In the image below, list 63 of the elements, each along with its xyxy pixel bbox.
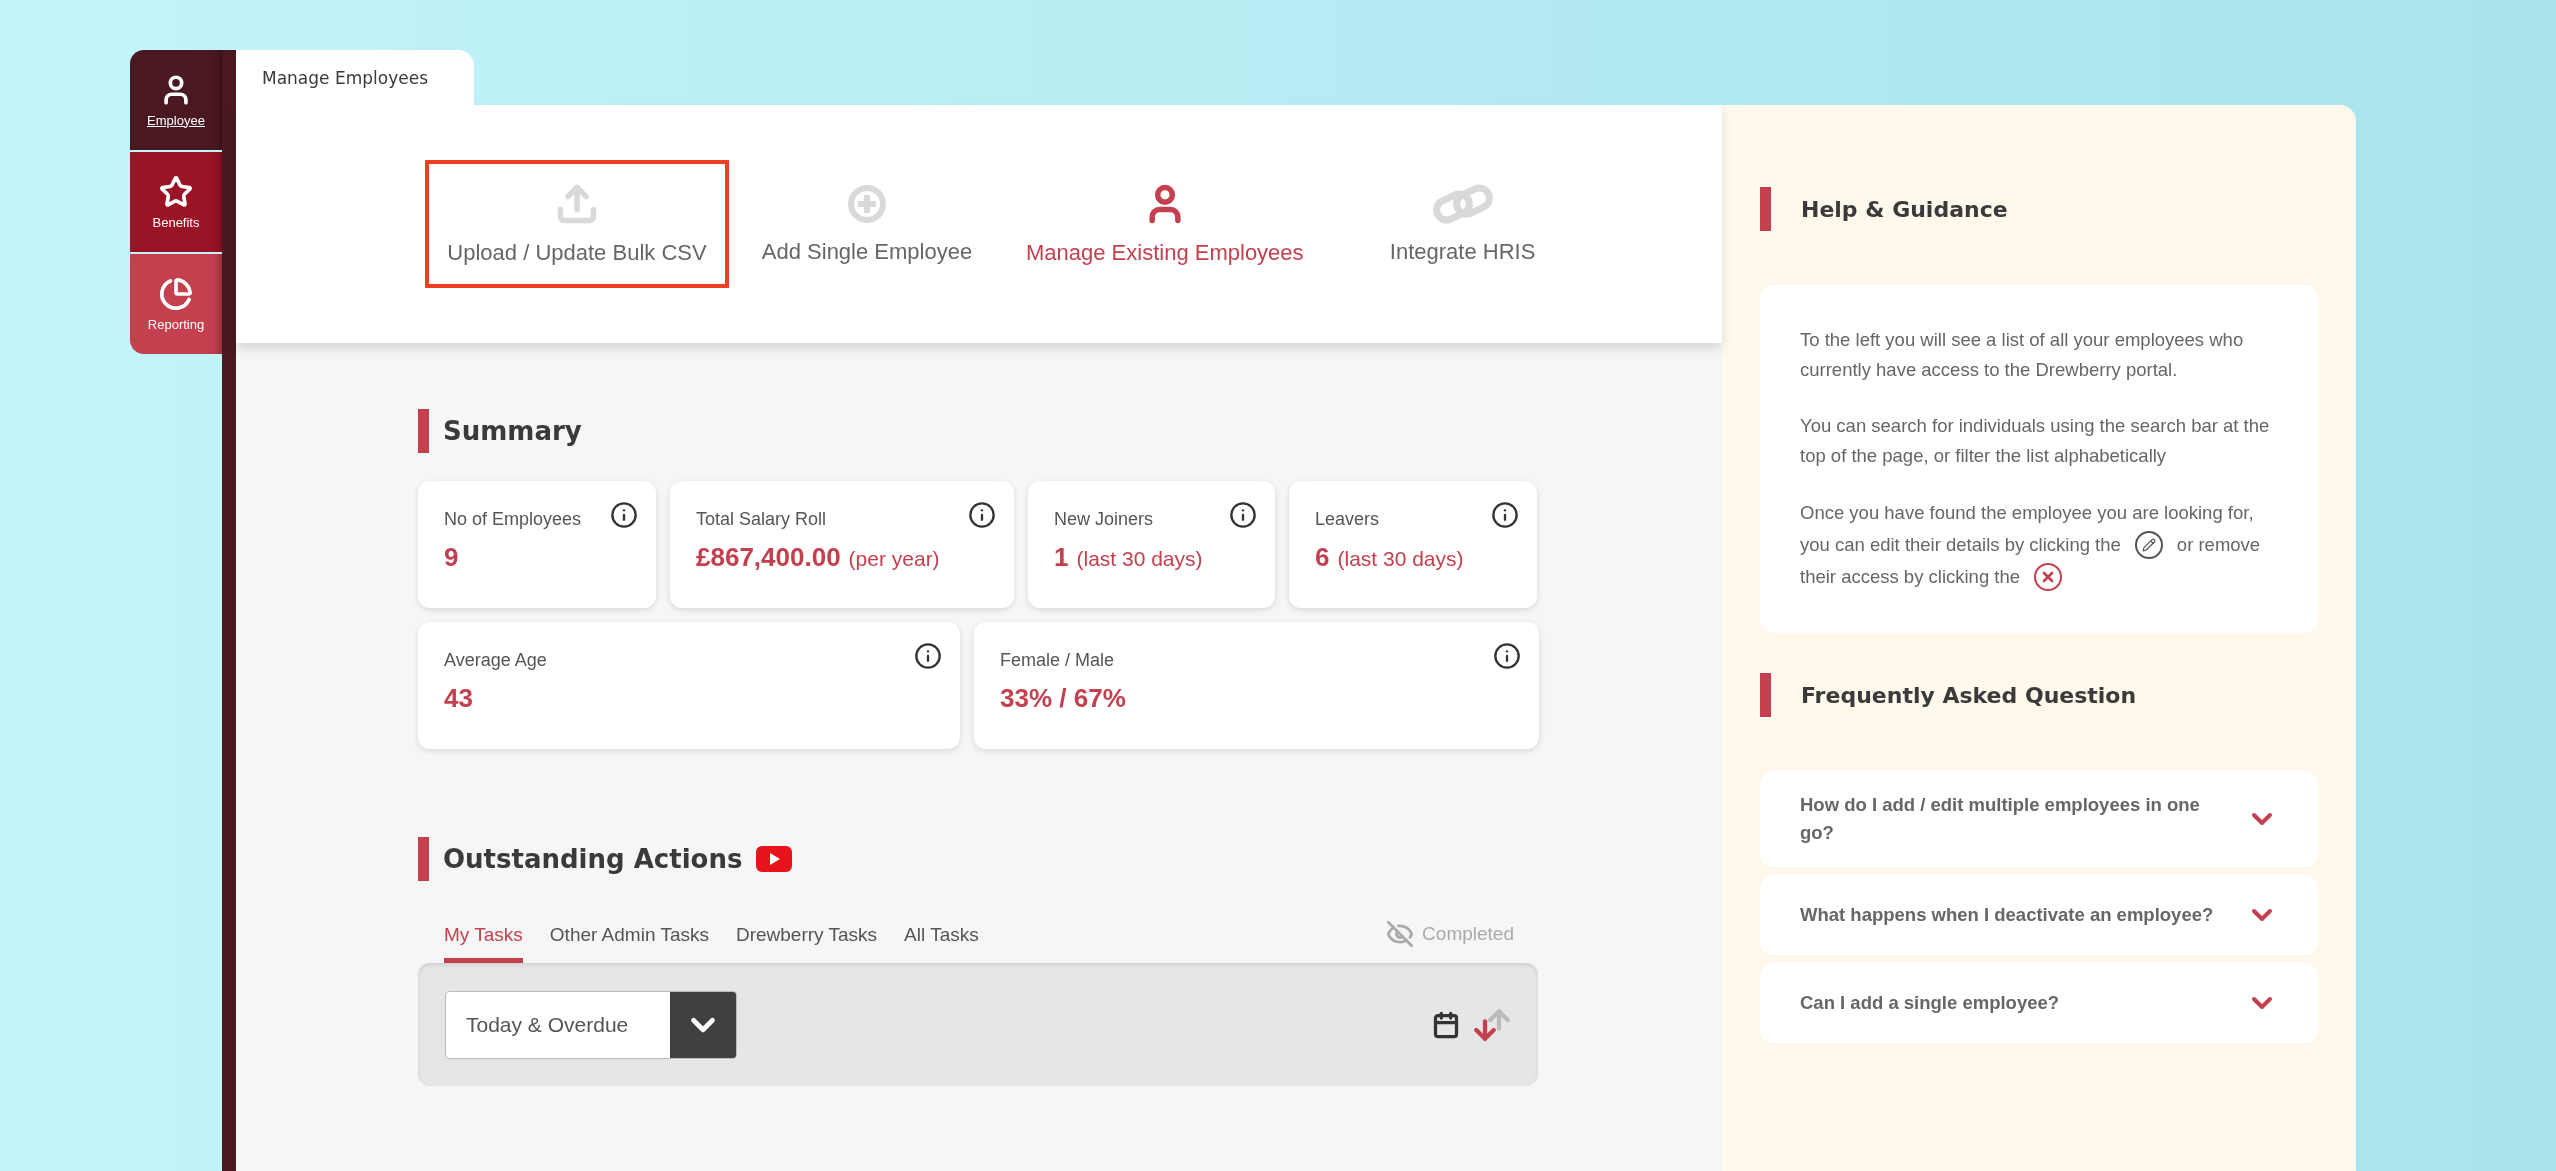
heading-bar <box>1760 187 1771 231</box>
stat-label: No of Employees <box>444 509 582 530</box>
help-text: you can edit their details by clicking the <box>1800 533 2121 557</box>
help-text: their access by clicking the <box>1800 565 2021 589</box>
section-title: Frequently Asked Question <box>1801 682 2137 708</box>
nav-action[interactable]: Upload / Update Bulk CSV <box>425 160 729 288</box>
faq-item[interactable]: What happens when I deactivate an employee? <box>1760 875 2318 955</box>
sidebar-item[interactable]: Benefits <box>130 152 222 252</box>
faq-item[interactable]: How do I add / edit multiple employees in one go? <box>1760 771 2318 867</box>
faq-question: How do I add / edit multiple employees in one go? <box>1800 793 2201 845</box>
remove-icon <box>2034 563 2063 591</box>
stat-value: 9 <box>444 542 459 573</box>
faq-item[interactable]: Can I add a single employee? <box>1760 963 2318 1043</box>
sidebar-item[interactable]: Employee <box>130 50 222 150</box>
stat-value: 6 <box>1315 542 1330 573</box>
video-play-icon[interactable] <box>756 846 793 872</box>
section-title: Summary <box>443 416 582 446</box>
nav-action[interactable]: Manage Existing Employees <box>1012 160 1318 288</box>
task-tab[interactable]: Drewberry Tasks <box>735 924 878 963</box>
stat-label: Total Salary Roll <box>696 509 827 530</box>
calendar-icon[interactable] <box>1432 1010 1460 1039</box>
task-tab[interactable]: All Tasks <box>904 924 979 963</box>
info-icon[interactable] <box>1491 501 1519 529</box>
pie-chart-icon <box>159 276 193 311</box>
stat-label: Leavers <box>1315 509 1380 530</box>
info-icon[interactable] <box>914 642 942 670</box>
section-title: Outstanding Actions <box>443 844 743 874</box>
heading-bar <box>1760 673 1771 717</box>
star-icon <box>159 174 193 209</box>
stat-value: 43 <box>444 683 473 714</box>
help-text: To the left you will see a list of all your employees who currently have access to the Drewberry portal. <box>1800 328 2245 382</box>
help-text: You can search for individuals using the search bar at the top of the page, or filter the list alphabetically <box>1800 414 2271 468</box>
page-tab[interactable]: Manage Employees <box>236 50 474 105</box>
filter-select[interactable]: Today & Overdue <box>445 990 737 1059</box>
stat-period: (last 30 days) <box>1076 547 1203 571</box>
stat-value: £867,400.00 <box>696 542 841 573</box>
faq-question: Can I add a single employee? <box>1800 991 2061 1015</box>
heading-bar <box>418 409 429 453</box>
help-text: or remove <box>2176 533 2261 557</box>
info-icon[interactable] <box>968 501 996 529</box>
plus-circle-icon <box>846 183 888 225</box>
stat-period: (last 30 days) <box>1337 547 1464 571</box>
sidebar-item[interactable]: Reporting <box>130 254 222 354</box>
info-icon[interactable] <box>1229 501 1257 529</box>
task-tab[interactable]: Other Admin Tasks <box>549 924 709 963</box>
stat-period: (per year) <box>848 547 940 571</box>
help-text: Once you have found the employee you are looking for, <box>1800 501 2254 525</box>
eye-off-icon <box>1386 920 1415 948</box>
info-icon[interactable] <box>1493 642 1521 670</box>
stat-value: 33% / 67% <box>1000 683 1126 714</box>
stat-label: Average Age <box>444 650 547 671</box>
section-title: Help & Guidance <box>1801 196 2008 222</box>
faq-question: What happens when I deactivate an employee? <box>1800 903 2215 927</box>
stat-label: Female / Male <box>1000 650 1115 671</box>
upload-icon <box>555 182 599 226</box>
edit-icon <box>2134 531 2163 559</box>
info-icon[interactable] <box>610 501 638 529</box>
heading-bar <box>418 837 429 881</box>
stat-value: 1 <box>1054 542 1069 573</box>
nav-action[interactable]: Integrate HRIS <box>1317 160 1608 288</box>
select-value: Today & Overdue <box>465 1012 630 1037</box>
stat-label: New Joiners <box>1054 509 1154 530</box>
chain-link-icon <box>1431 183 1494 225</box>
